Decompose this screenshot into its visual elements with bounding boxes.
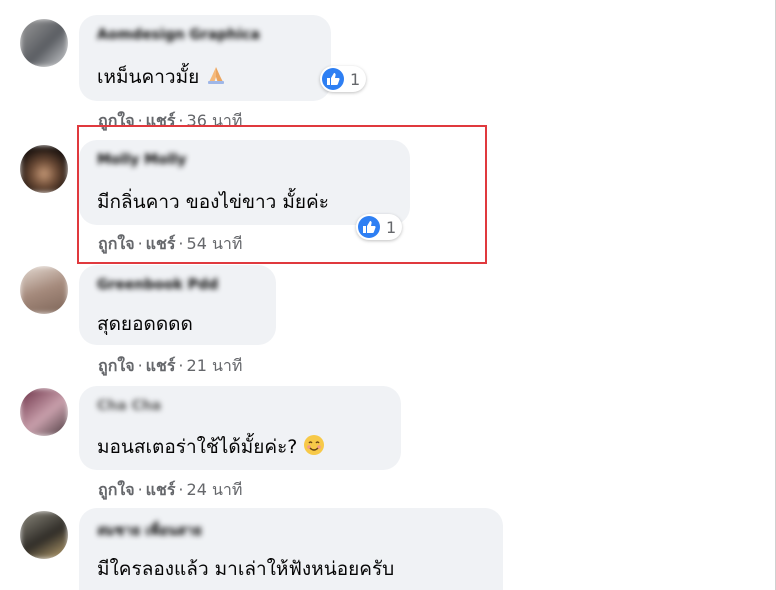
thumbs-up-icon (322, 68, 344, 90)
comment-bubble: Aomdesign Graphica เหม็นคาวมั้ย (79, 15, 331, 101)
avatar[interactable] (20, 266, 68, 314)
comment-text-value: มอนสเตอร่าใช้ได้มั้ยค่ะ? (97, 436, 298, 458)
separator: · (178, 480, 184, 499)
comment-bubble: Cha Cha มอนสเตอร่าใช้ได้มั้ยค่ะ? (79, 386, 401, 470)
comment-bubble: สมชาย เพื่อนสาย มีใครลองแล้ว มาเล่าให้ฟั… (79, 508, 503, 590)
share-link[interactable]: แชร์ (146, 356, 176, 375)
share-link[interactable]: แชร์ (146, 480, 176, 499)
comment-actions: ถูกใจ · แชร์ · 21 นาที (98, 354, 242, 379)
comment-bubble: Greenbook Pdd สุดยอดดดด (79, 265, 276, 345)
separator: · (137, 356, 143, 375)
like-link[interactable]: ถูกใจ (98, 480, 135, 499)
comment-author[interactable]: Aomdesign Graphica (97, 27, 260, 43)
comment-actions: ถูกใจ · แชร์ · 24 นาที (98, 478, 242, 503)
timestamp[interactable]: 21 นาที (187, 356, 243, 375)
smiling-face-icon (303, 434, 325, 461)
avatar[interactable] (20, 388, 68, 436)
avatar[interactable] (20, 19, 68, 67)
comment-author[interactable]: Greenbook Pdd (97, 277, 218, 293)
comment-text: สุดยอดดดด (97, 313, 193, 335)
comment-author[interactable]: สมชาย เพื่อนสาย (97, 520, 202, 542)
praying-hands-icon (205, 64, 227, 91)
like-link[interactable]: ถูกใจ (98, 356, 135, 375)
separator: · (178, 356, 184, 375)
timestamp[interactable]: 24 นาที (187, 480, 243, 499)
reaction-count: 1 (350, 69, 361, 89)
separator: · (137, 480, 143, 499)
comment-author[interactable]: Cha Cha (97, 398, 161, 414)
reaction-summary[interactable]: 1 (320, 66, 367, 92)
comment-text: มีใครลองแล้ว มาเล่าให้ฟังหน่อยครับ (97, 558, 395, 580)
comment-text: มอนสเตอร่าใช้ได้มั้ยค่ะ? (97, 432, 325, 462)
comment-text: เหม็นคาวมั้ย (97, 62, 227, 92)
avatar[interactable] (20, 511, 68, 559)
comment-text-value: เหม็นคาวมั้ย (97, 66, 200, 88)
highlight-box (77, 125, 487, 264)
avatar[interactable] (20, 145, 68, 193)
